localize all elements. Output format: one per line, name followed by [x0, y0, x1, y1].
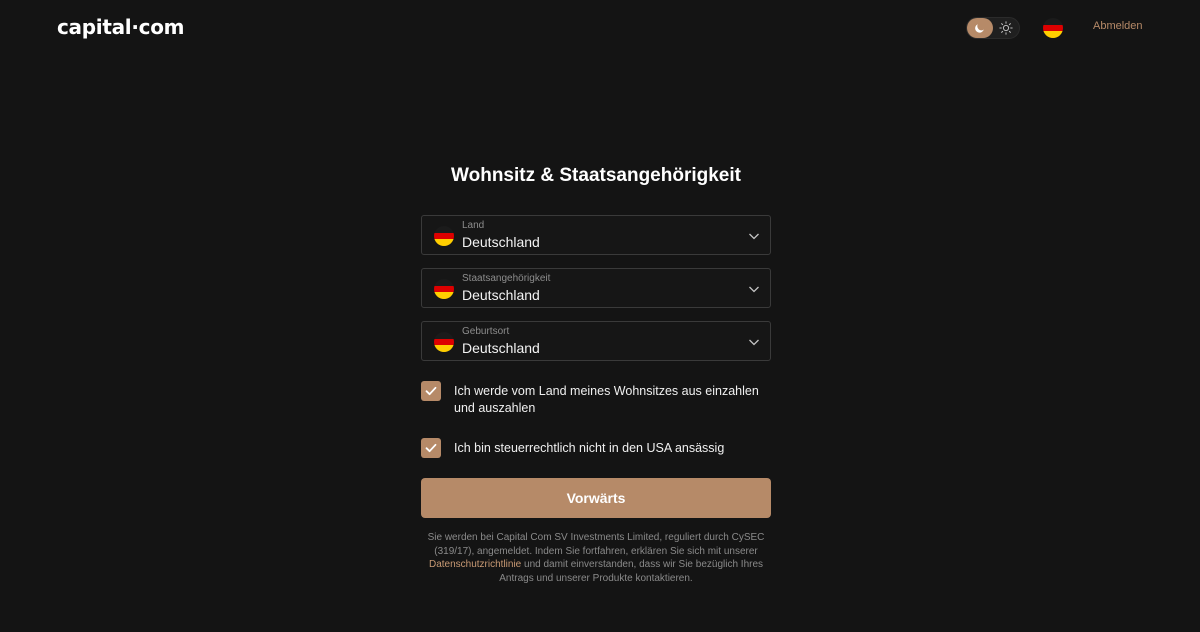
- sun-icon: [998, 20, 1014, 36]
- germany-flag-icon: [434, 226, 454, 246]
- us-tax-checkbox[interactable]: [421, 438, 441, 458]
- chevron-down-icon: [749, 339, 759, 346]
- top-bar: capital·com Abmelden: [0, 0, 1200, 56]
- theme-toggle[interactable]: [966, 17, 1020, 39]
- logout-link[interactable]: Abmelden: [1093, 20, 1143, 32]
- deposit-residence-label: Ich werde vom Land meines Wohnsitzes aus…: [454, 384, 759, 415]
- birthplace-select-value: Deutschland: [462, 340, 540, 356]
- moon-icon: [967, 18, 993, 38]
- country-select-label: Land: [462, 220, 485, 231]
- checkmark-icon: [425, 443, 437, 453]
- country-select-value: Deutschland: [462, 234, 540, 250]
- germany-flag-icon: [434, 332, 454, 352]
- page-title: Wohnsitz & Staatsangehörigkeit: [451, 165, 741, 186]
- disclaimer-text-before: Sie werden bei Capital Com SV Investment…: [427, 532, 765, 557]
- legal-disclaimer: Sie werden bei Capital Com SV Investment…: [421, 531, 771, 585]
- us-tax-label: Ich bin steuerrechtlich nicht in den USA…: [454, 441, 725, 455]
- chevron-down-icon: [749, 286, 759, 293]
- continue-button[interactable]: Vorwärts: [421, 478, 771, 518]
- privacy-policy-link[interactable]: Datenschutzrichtlinie: [429, 559, 521, 570]
- nationality-select-value: Deutschland: [462, 287, 540, 303]
- checkmark-icon: [425, 386, 437, 396]
- nationality-select-label: Staatsangehörigkeit: [462, 273, 551, 284]
- deposit-residence-checkbox[interactable]: [421, 381, 441, 401]
- language-selector-germany-flag-icon[interactable]: [1043, 18, 1063, 38]
- birthplace-select[interactable]: Geburtsort Deutschland: [421, 321, 771, 361]
- disclaimer-text-after: und damit einverstanden, dass wir Sie be…: [499, 559, 764, 584]
- capital-com-logo[interactable]: capital·com: [57, 15, 184, 39]
- deposit-residence-checkbox-row: Ich werde vom Land meines Wohnsitzes aus…: [421, 381, 771, 417]
- birthplace-select-label: Geburtsort: [462, 326, 510, 337]
- chevron-down-icon: [749, 233, 759, 240]
- germany-flag-icon: [434, 279, 454, 299]
- us-tax-checkbox-row: Ich bin steuerrechtlich nicht in den USA…: [421, 438, 771, 458]
- country-select[interactable]: Land Deutschland: [421, 215, 771, 255]
- residence-form: Wohnsitz & Staatsangehörigkeit Land Deut…: [421, 160, 771, 585]
- nationality-select[interactable]: Staatsangehörigkeit Deutschland: [421, 268, 771, 308]
